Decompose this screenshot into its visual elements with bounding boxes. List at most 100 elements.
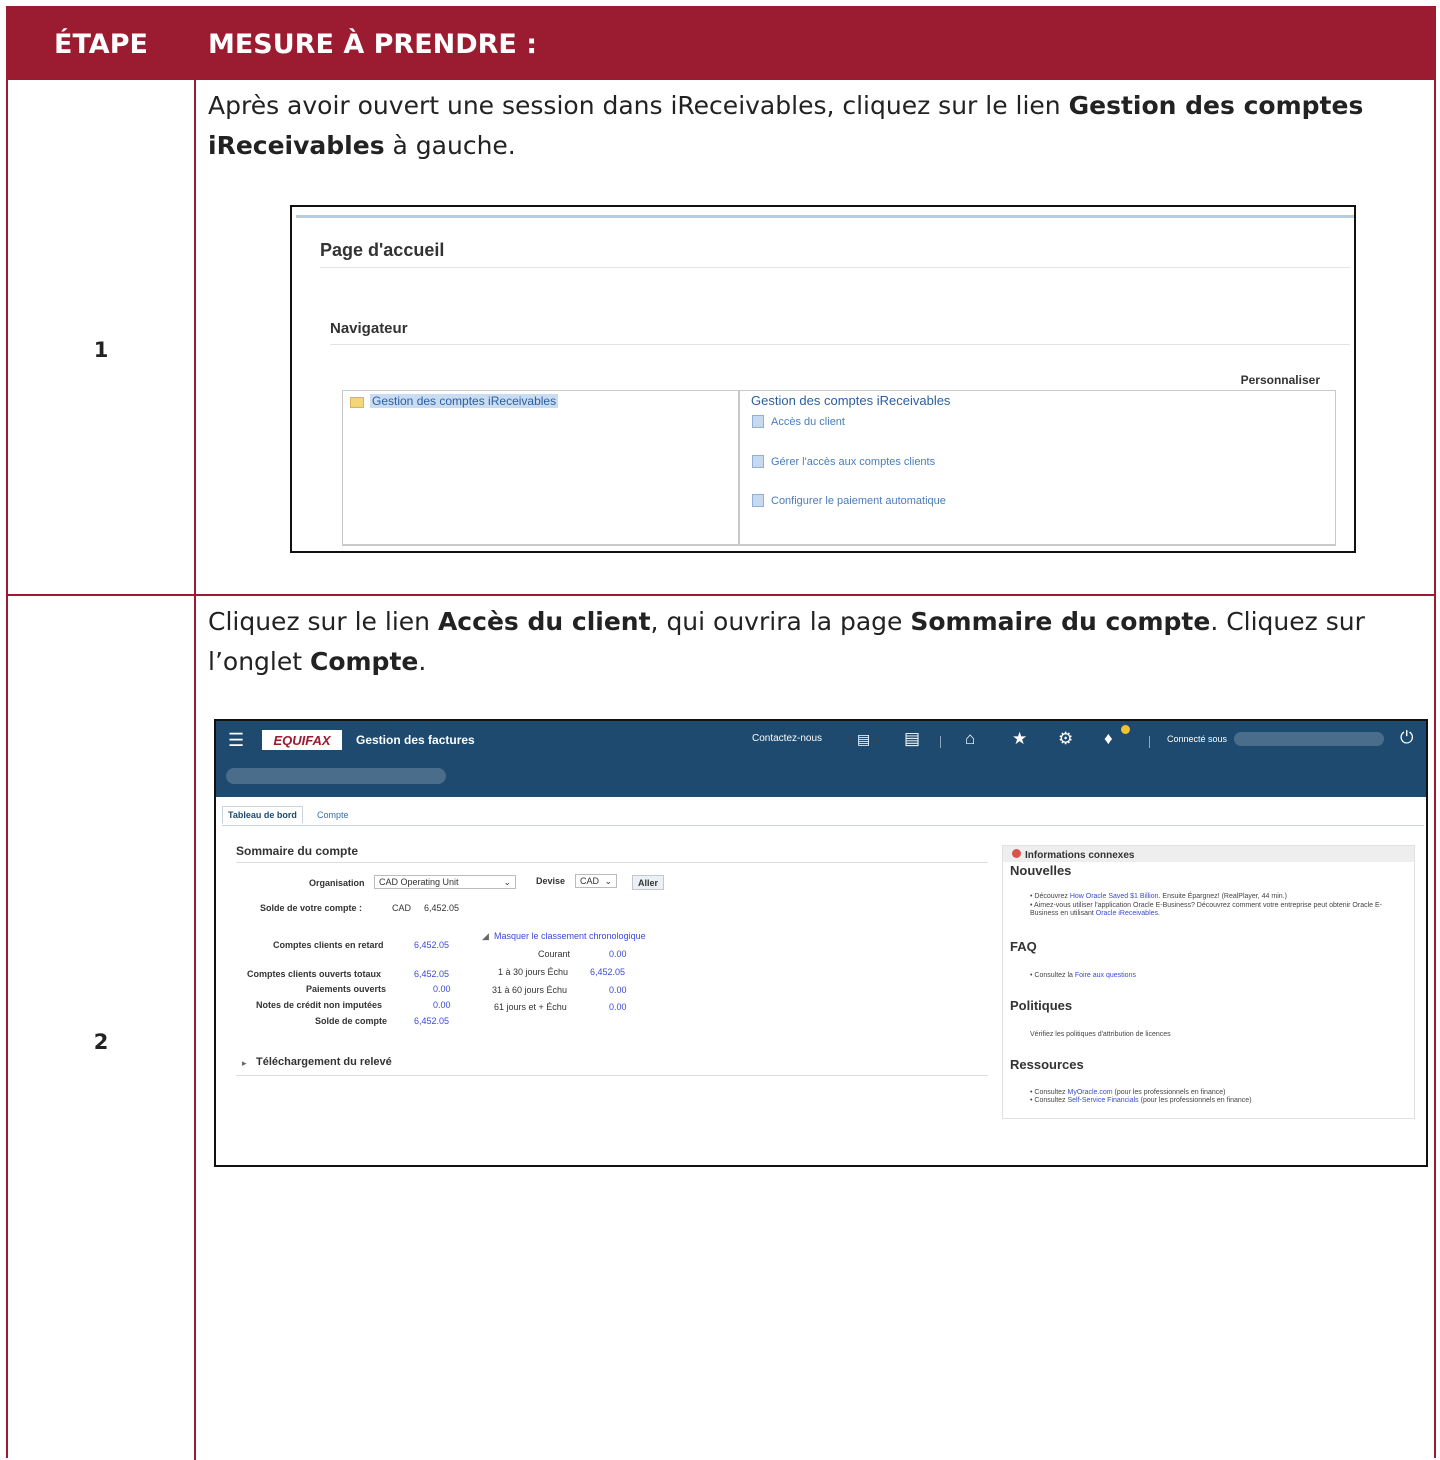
balance-currency: CAD — [392, 903, 412, 913]
expand-icon[interactable]: ▸ — [242, 1058, 247, 1069]
responsibility-heading: Gestion des comptes iReceivables — [751, 393, 951, 408]
currency-label: Devise — [536, 876, 566, 886]
app-title: Gestion des factures — [356, 733, 475, 747]
navigator-divider — [738, 390, 740, 546]
news-heading: Nouvelles — [1010, 863, 1072, 878]
balance-label: Solde de votre compte : — [260, 903, 363, 913]
collapse-icon: ◢ — [482, 931, 489, 941]
divider — [236, 862, 988, 863]
notification-badge — [1121, 725, 1130, 734]
left-row-value[interactable]: 6,452.05 — [414, 969, 449, 979]
blurred-user-name — [226, 768, 446, 784]
header-action: MESURE À PRENDRE : — [208, 28, 538, 60]
document-icon — [752, 415, 764, 428]
chevron-down-icon: ⌄ — [503, 876, 511, 887]
personalize-button[interactable]: Personnaliser — [1241, 373, 1320, 387]
document-icon — [752, 455, 764, 468]
chevron-down-icon: ⌄ — [604, 875, 612, 886]
toolbar-separator — [940, 736, 941, 748]
divider — [330, 344, 1350, 345]
star-icon[interactable]: ★ — [1012, 729, 1027, 749]
power-icon[interactable]: ⏻ — [1400, 728, 1413, 748]
manage-access-link[interactable]: Gérer l'accès aux comptes clients — [752, 455, 935, 468]
organisation-label: Organisation — [309, 878, 365, 888]
screenshot-home-page: Page d'accueil Navigateur Personnaliser … — [290, 205, 1356, 553]
alert-dot-icon — [1012, 849, 1021, 858]
left-row-label: Notes de crédit non imputées — [256, 1000, 383, 1010]
aging-row-label: 31 à 60 jours Échu — [492, 985, 568, 995]
aging-row-value[interactable]: 0.00 — [609, 949, 627, 959]
equifax-logo: EQUIFAX — [262, 730, 342, 750]
go-button[interactable]: Aller — [632, 875, 664, 890]
bell-icon[interactable]: ♦ — [1104, 729, 1113, 749]
home-icon[interactable]: ⌂ — [965, 729, 975, 749]
folder-icon — [350, 397, 364, 408]
balance-value: 6,452.05 — [424, 903, 460, 913]
resource-item: • Consultez MyOracle.com (pour les profe… — [1030, 1089, 1226, 1096]
search-icon[interactable]: ▤ — [857, 731, 870, 748]
left-row-label: Paiements ouverts — [306, 984, 387, 994]
step-number-1: 1 — [93, 338, 109, 362]
aging-row-label: 61 jours et + Échu — [494, 1002, 567, 1012]
column-divider — [194, 8, 196, 1460]
currency-select[interactable]: CAD ⌄ — [575, 874, 617, 888]
account-summary-title: Sommaire du compte — [236, 844, 359, 858]
navigator-heading: Navigateur — [330, 320, 408, 337]
aging-row-value[interactable]: 0.00 — [609, 985, 627, 995]
tab-dashboard[interactable]: Tableau de bord — [222, 806, 303, 824]
step-2-instruction: Cliquez sur le lien Accès du client, qui… — [208, 607, 1365, 676]
policies-heading: Politiques — [1010, 998, 1073, 1013]
faq-heading: FAQ — [1010, 939, 1037, 954]
related-info-title: Informations connexes — [1025, 850, 1135, 861]
aging-row-value[interactable]: 0.00 — [609, 1002, 627, 1012]
contact-link[interactable]: Contactez-nous — [752, 733, 822, 744]
resource-item: • Consultez Self-Service Financials (pou… — [1030, 1097, 1252, 1104]
hide-aging-link[interactable]: Masquer le classement chronologique — [494, 931, 646, 941]
top-rule — [296, 215, 1354, 218]
document-icon — [752, 494, 764, 507]
list-icon[interactable]: ▤ — [904, 729, 920, 749]
left-row-label: Comptes clients en retard — [273, 940, 384, 950]
instructions-table: ÉTAPE MESURE À PRENDRE : 1 Après avoir o… — [6, 6, 1436, 1460]
aging-row-label: 1 à 30 jours Échu — [498, 967, 569, 977]
left-row-value[interactable]: 0.00 — [433, 1000, 451, 1010]
aging-row-label: Courant — [538, 949, 571, 959]
myoracle-link[interactable]: MyOracle.com — [1067, 1089, 1112, 1096]
divider — [236, 1075, 988, 1076]
left-row-value[interactable]: 0.00 — [433, 984, 451, 994]
statement-download[interactable]: Téléchargement du relevé — [256, 1056, 392, 1068]
blurred-user — [1234, 732, 1384, 746]
faq-item: • Consultez la Foire aux questions — [1030, 972, 1136, 979]
aging-row-value[interactable]: 6,452.05 — [590, 967, 625, 977]
table-header: ÉTAPE MESURE À PRENDRE : — [8, 8, 1434, 80]
customer-access-link[interactable]: Accès du client — [752, 415, 845, 428]
navigator-box — [342, 390, 1336, 546]
tab-bar — [222, 805, 1424, 826]
autopay-link[interactable]: Configurer le paiement automatique — [752, 494, 946, 507]
policies-item: Vérifiez les politiques d'attribution de… — [1030, 1031, 1171, 1038]
left-row-value[interactable]: 6,452.05 — [414, 940, 449, 950]
toolbar-separator — [1149, 736, 1150, 748]
hamburger-icon[interactable]: ☰ — [228, 731, 244, 749]
page-title: Page d'accueil — [320, 240, 445, 260]
tab-account[interactable]: Compte — [317, 810, 349, 820]
faq-link[interactable]: Foire aux questions — [1075, 972, 1136, 979]
step-1-instruction: Après avoir ouvert une session dans iRec… — [208, 91, 1364, 160]
news-item: • Découvrez How Oracle Saved $1 Billion.… — [1030, 893, 1287, 900]
left-row-label: Comptes clients ouverts totaux — [247, 969, 382, 979]
news-item: • Aimez-vous utiliser l'application Orac… — [1030, 902, 1382, 917]
connected-as: Connecté sous — [1167, 734, 1228, 744]
left-row-value[interactable]: 6,452.05 — [414, 1016, 449, 1026]
gear-icon[interactable]: ⚙ — [1058, 729, 1073, 749]
header-step: ÉTAPE — [54, 28, 148, 60]
ireceivables-link[interactable]: Gestion des comptes iReceivables — [370, 394, 559, 408]
news-link[interactable]: How Oracle Saved $1 Billion — [1070, 893, 1159, 900]
row-divider — [8, 594, 1434, 596]
related-info-panel — [1002, 845, 1415, 1119]
ireceivables-news-link[interactable]: Oracle iReceivables — [1096, 910, 1158, 917]
organisation-select[interactable]: CAD Operating Unit ⌄ — [374, 875, 516, 889]
left-row-label: Solde de compte — [315, 1016, 388, 1026]
step-number-2: 2 — [93, 1030, 109, 1054]
self-service-link[interactable]: Self-Service Financials — [1067, 1097, 1138, 1104]
divider — [320, 267, 1350, 268]
